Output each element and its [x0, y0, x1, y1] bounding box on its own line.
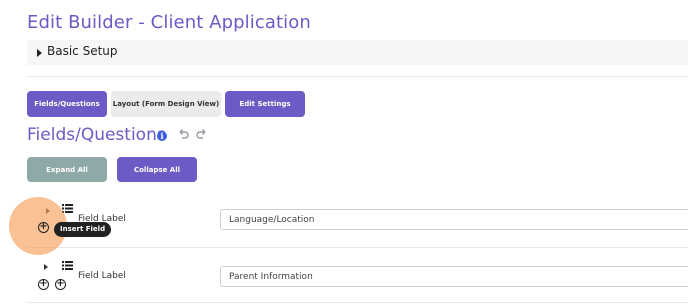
add-field-icon[interactable]: +: [38, 279, 49, 290]
row-divider: [27, 302, 688, 303]
section-title: Fields/Questions: [27, 125, 166, 145]
collapse-all-button[interactable]: Collapse All: [117, 157, 197, 182]
basic-setup-label: Basic Setup: [47, 44, 118, 58]
basic-setup-section[interactable]: Basic Setup: [27, 40, 688, 65]
info-icon[interactable]: i: [157, 131, 167, 141]
redo-icon[interactable]: [195, 127, 209, 141]
divider: [27, 76, 688, 77]
expand-all-button[interactable]: Expand All: [27, 157, 107, 182]
add-nested-field-icon[interactable]: +: [55, 279, 66, 290]
insert-field-tooltip: Insert Field: [54, 222, 112, 237]
undo-icon[interactable]: [176, 127, 190, 141]
field-value-input[interactable]: [220, 266, 688, 287]
add-field-icon[interactable]: +: [38, 222, 49, 233]
tab-edit-settings[interactable]: Edit Settings: [225, 91, 305, 117]
list-icon[interactable]: [62, 261, 73, 270]
row-divider: [27, 247, 688, 248]
row-expand-triangle-icon[interactable]: [44, 264, 48, 270]
field-label: Field Label: [78, 271, 126, 281]
expand-triangle-icon[interactable]: [37, 49, 42, 57]
page-title: Edit Builder - Client Application: [27, 12, 311, 33]
tab-layout-form-design-view[interactable]: Layout (Form Design View): [111, 91, 221, 117]
tab-fields-questions[interactable]: Fields/Questions: [27, 91, 107, 117]
field-value-input[interactable]: [220, 209, 688, 230]
